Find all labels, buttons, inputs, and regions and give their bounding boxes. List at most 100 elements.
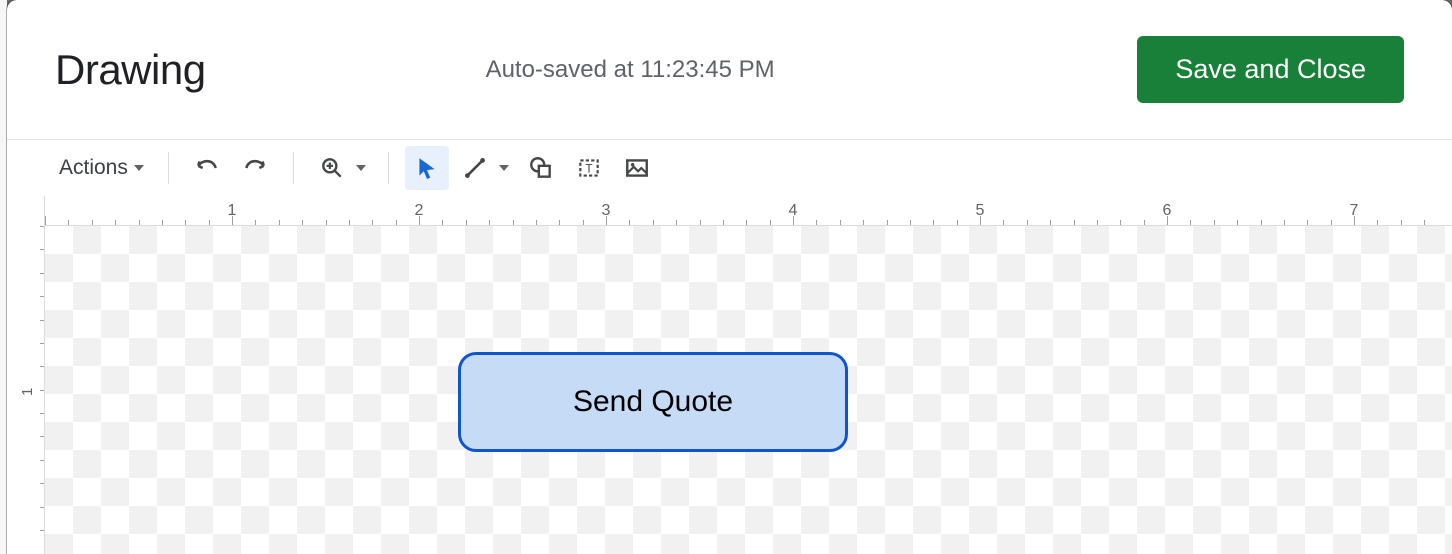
line-tool[interactable] [453,146,497,190]
ruler-tick [255,220,256,225]
rounded-rect-shape[interactable]: Send Quote [458,352,848,452]
drawing-canvas[interactable]: Send Quote [45,226,1452,554]
ruler-tick [40,296,44,297]
workspace: 1 1 2 3 4 5 6 7 Send Quote [7,196,1452,554]
redo-button[interactable] [233,146,277,190]
ruler-tick [1214,220,1215,225]
ruler-tick [115,220,116,225]
ruler-tick [1074,220,1075,225]
actions-label: Actions [59,156,128,180]
canvas-column: 1 2 3 4 5 6 7 Send Quote [45,196,1452,554]
dialog-header: Drawing Auto-saved at 11:23:45 PM Save a… [7,0,1452,140]
ruler-tick [139,220,140,225]
ruler-tick [40,249,44,250]
ruler-tick [326,220,327,225]
actions-menu[interactable]: Actions [51,150,152,186]
save-and-close-button[interactable]: Save and Close [1137,36,1404,103]
ruler-tick [1237,220,1238,225]
ruler-tick [40,273,44,274]
ruler-tick [372,220,373,225]
ruler-tick [1050,220,1051,225]
svg-text:T: T [585,161,592,175]
dialog-title: Drawing [55,46,206,94]
line-tool-group[interactable] [453,146,515,190]
ruler-tick [40,460,44,461]
ruler-tick [40,343,44,344]
ruler-tick [816,220,817,225]
ruler-tick [162,220,163,225]
ruler-tick [232,216,233,225]
ruler-tick [583,220,584,225]
ruler-tick [489,220,490,225]
ruler-tick [45,216,46,225]
drawing-dialog: Drawing Auto-saved at 11:23:45 PM Save a… [7,0,1452,554]
ruler-tick [1424,220,1425,225]
ruler-tick [1120,220,1121,225]
select-tool[interactable] [405,146,449,190]
ruler-tick [1003,220,1004,225]
ruler-tick [1377,220,1378,225]
ruler-tick [209,220,210,225]
ruler-tick [957,220,958,225]
ruler-tick [349,220,350,225]
ruler-tick [1144,220,1145,225]
image-tool[interactable] [615,146,659,190]
ruler-tick [606,216,607,225]
shape-text: Send Quote [573,385,733,419]
line-icon [462,155,488,181]
autosave-status: Auto-saved at 11:23:45 PM [206,56,1138,84]
ruler-tick [442,220,443,225]
ruler-tick [513,220,514,225]
ruler-tick [40,390,44,391]
cursor-icon [414,155,440,181]
ruler-tick [840,220,841,225]
ruler-tick [40,413,44,414]
ruler-tick [466,220,467,225]
ruler-tick [185,220,186,225]
zoom-button[interactable] [310,146,354,190]
undo-icon [194,155,220,181]
ruler-tick [933,220,934,225]
shape-tool[interactable] [519,146,563,190]
ruler-tick [1354,216,1355,225]
ruler-tick [559,220,560,225]
separator [168,152,169,184]
redo-icon [242,155,268,181]
ruler-tick [536,220,537,225]
textbox-tool[interactable]: T [567,146,611,190]
ruler-tick [723,220,724,225]
undo-button[interactable] [185,146,229,190]
ruler-tick [40,226,44,227]
ruler-tick [653,220,654,225]
ruler-tick [629,220,630,225]
ruler-tick [40,436,44,437]
ruler-tick [863,220,864,225]
ruler-tick [1027,220,1028,225]
image-icon [624,155,650,181]
textbox-icon: T [576,155,602,181]
zoom-group[interactable] [310,146,372,190]
horizontal-ruler[interactable]: 1 2 3 4 5 6 7 [45,196,1452,226]
chevron-down-icon [499,165,509,171]
vertical-ruler[interactable]: 1 [7,196,45,554]
ruler-tick [910,220,911,225]
background-sliver [0,0,7,554]
ruler-tick [1261,220,1262,225]
ruler-tick [279,220,280,225]
shape-icon [528,155,554,181]
ruler-tick [700,220,701,225]
ruler-tick [887,220,888,225]
ruler-tick [1167,216,1168,225]
separator [293,152,294,184]
ruler-tick [793,216,794,225]
ruler-tick [980,216,981,225]
ruler-tick [1190,220,1191,225]
separator [388,152,389,184]
ruler-tick [40,320,44,321]
ruler-tick [92,220,93,225]
ruler-tick [419,216,420,225]
ruler-tick [302,220,303,225]
ruler-tick [770,220,771,225]
ruler-tick [40,483,44,484]
ruler-tick [1307,220,1308,225]
